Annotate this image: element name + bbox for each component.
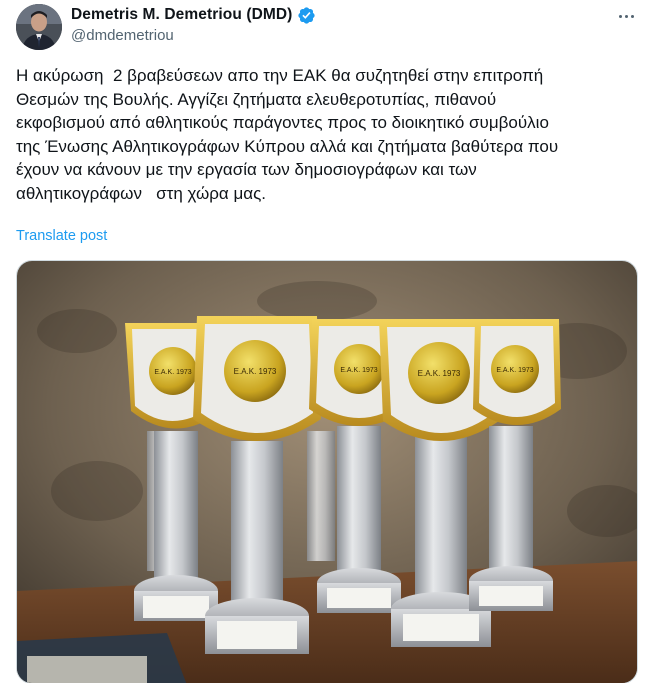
author-names: Demetris M. Demetriou (DMD) @dmdemetriou: [71, 4, 316, 44]
post-header: Demetris M. Demetriou (DMD) @dmdemetriou: [16, 4, 638, 50]
post-text-line: αθλητικογράφων στη χώρα μας.: [16, 183, 267, 203]
post-text-line: της Ένωσης Αθλητικογράφων Κύπρου αλλά κα…: [16, 136, 559, 156]
post-text-line: έχουν να κάνουν με την εργασία των δημοσ…: [16, 160, 477, 179]
verified-badge-icon: [297, 6, 316, 25]
author-handle[interactable]: @dmdemetriou: [71, 27, 316, 44]
post-text-line: εκφοβισμού από αθλητικούς παράγοντες προ…: [16, 113, 549, 132]
post-text-line: Η ακύρωση 2 βραβεύσεων απο την ΕΑΚ θα συ…: [16, 66, 544, 85]
medal-text: Ε.Α.Κ. 1973: [496, 367, 533, 374]
medal-text: Ε.Α.Κ. 1973: [418, 369, 461, 378]
medal-text: Ε.Α.Κ. 1973: [154, 369, 191, 376]
post-text-line: Θεσμών της Βουλής. Αγγίζει ζητήματα ελευ…: [16, 89, 497, 109]
author-display-name[interactable]: Demetris M. Demetriou (DMD): [71, 6, 292, 24]
medal-text: Ε.Α.Κ. 1973: [234, 367, 277, 376]
translate-post-link[interactable]: Translate post: [16, 228, 107, 244]
author-avatar[interactable]: [16, 4, 62, 50]
trophies-photo-icon: Ε.Α.Κ. 1973 Ε.Α.Κ. 1973 Ε.Α.Κ. 1973 Ε.Α.…: [17, 261, 637, 683]
post-text: Η ακύρωση 2 βραβεύσεων απο την ΕΑΚ θα συ…: [16, 64, 638, 205]
avatar-photo-icon: [16, 4, 62, 50]
post-media-image[interactable]: Ε.Α.Κ. 1973 Ε.Α.Κ. 1973 Ε.Α.Κ. 1973 Ε.Α.…: [16, 260, 638, 683]
more-horizontal-icon[interactable]: [614, 6, 638, 26]
medal-text: Ε.Α.Κ. 1973: [340, 367, 377, 374]
